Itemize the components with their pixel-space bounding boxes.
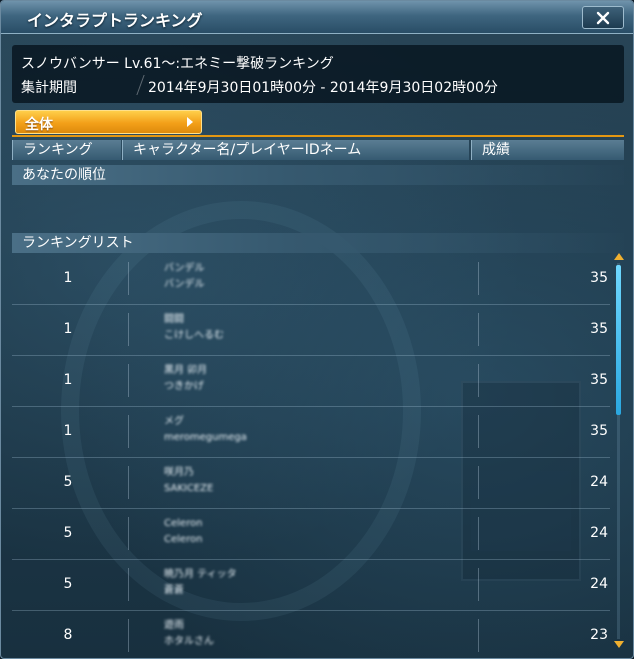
score-value: 23 — [590, 627, 608, 643]
column-divider — [128, 619, 129, 652]
character-name: 暁乃月 ティッタ — [164, 569, 237, 580]
column-divider — [478, 619, 479, 652]
section-ranking-list: ランキングリスト — [12, 233, 624, 253]
period-value: 2014年9月30日01時00分 - 2014年9月30日02時00分 — [148, 80, 498, 96]
close-icon — [596, 11, 610, 24]
ranking-row[interactable]: 1 バンデル バンデル 35 — [12, 254, 610, 305]
close-button[interactable] — [582, 6, 624, 29]
player-id-name: SAKICEZE — [164, 483, 214, 494]
period-label: 集計期間 — [21, 80, 77, 96]
ranking-row[interactable]: 8 遊雨 ホタルさん 23 — [12, 611, 610, 654]
ranking-row[interactable]: 5 暁乃月 ティッタ 蒼蒼 24 — [12, 560, 610, 611]
rank-value: 1 — [63, 270, 73, 286]
character-name: バンデル — [164, 263, 205, 274]
column-divider — [128, 313, 129, 346]
score-value: 35 — [590, 423, 608, 439]
section-my-rank: あなたの順位 — [12, 165, 624, 185]
rank-value: 8 — [63, 627, 73, 643]
player-id-name: meromegumega — [164, 432, 247, 443]
event-info-box: スノウバンサー Lv.61〜:エネミー撃破ランキング 集計期間 2014年9月3… — [12, 45, 624, 103]
ranking-window: インタラプトランキング スノウバンサー Lv.61〜:エネミー撃破ランキング 集… — [0, 0, 634, 659]
player-id-name: こけしへるむ — [164, 330, 224, 341]
player-names: 咲月乃 SAKICEZE — [164, 465, 213, 497]
column-header-name[interactable]: キャラクター名/プレイヤーIDネーム — [122, 140, 469, 160]
score-value: 35 — [590, 270, 608, 286]
column-divider — [128, 415, 129, 448]
score-value: 35 — [590, 372, 608, 388]
scroll-down-arrow-icon[interactable] — [614, 641, 624, 648]
player-id-name: バンデル — [164, 279, 205, 290]
player-names: 遊雨 ホタルさん — [164, 618, 214, 650]
character-name: 黒月 卯月 — [164, 365, 208, 376]
event-name: スノウバンサー Lv.61〜:エネミー撃破ランキング — [21, 56, 334, 72]
rank-value: 1 — [63, 423, 73, 439]
title-bar: インタラプトランキング — [1, 1, 633, 34]
character-name: 闘闘 — [164, 314, 184, 325]
column-divider — [478, 517, 479, 550]
score-value: 24 — [590, 525, 608, 541]
column-divider — [128, 517, 129, 550]
scroll-up-arrow-icon[interactable] — [614, 253, 624, 260]
score-value: 24 — [590, 576, 608, 592]
player-names: 黒月 卯月 つきかげ — [164, 363, 207, 395]
column-divider — [478, 415, 479, 448]
column-header-rank[interactable]: ランキング — [12, 140, 121, 160]
filter-tab-label: 全体 — [25, 117, 53, 133]
column-divider — [128, 568, 129, 601]
player-names: 闘闘 こけしへるむ — [164, 312, 224, 344]
player-names: 暁乃月 ティッタ 蒼蒼 — [164, 567, 237, 599]
rank-value: 1 — [63, 372, 73, 388]
column-divider — [128, 466, 129, 499]
column-header-score[interactable]: 成績 — [471, 140, 624, 160]
score-value: 24 — [590, 474, 608, 490]
ranking-row[interactable]: 5 咲月乃 SAKICEZE 24 — [12, 458, 610, 509]
player-names: Celeron Celeron — [164, 516, 202, 548]
player-id-name: Celeron — [164, 534, 203, 545]
score-value: 35 — [590, 321, 608, 337]
rank-value: 5 — [63, 474, 73, 490]
period-divider — [136, 75, 145, 95]
window-title: インタラプトランキング — [27, 11, 203, 30]
column-divider — [478, 364, 479, 397]
ranking-row[interactable]: 5 Celeron Celeron 24 — [12, 509, 610, 560]
ranking-row[interactable]: 1 メグ meromegumega 35 — [12, 407, 610, 458]
player-id-name: ホタルさん — [164, 636, 214, 647]
column-divider — [478, 466, 479, 499]
character-name: 遊雨 — [164, 620, 184, 631]
player-names: メグ meromegumega — [164, 414, 247, 446]
ranking-row[interactable]: 1 闘闘 こけしへるむ 35 — [12, 305, 610, 356]
tab-underline — [12, 135, 624, 137]
column-divider — [478, 568, 479, 601]
character-name: 咲月乃 — [164, 467, 194, 478]
scrollbar-thumb[interactable] — [616, 265, 621, 415]
character-name: メグ — [164, 416, 184, 427]
column-divider — [478, 262, 479, 295]
filter-tab-all[interactable]: 全体 — [15, 110, 202, 134]
column-divider — [478, 313, 479, 346]
column-divider — [128, 262, 129, 295]
player-id-name: 蒼蒼 — [164, 585, 184, 596]
rank-value: 5 — [63, 576, 73, 592]
chevron-right-icon — [187, 117, 193, 127]
player-names: バンデル バンデル — [164, 261, 205, 293]
player-id-name: つきかげ — [164, 381, 204, 392]
character-name: Celeron — [164, 518, 203, 529]
ranking-list: 1 バンデル バンデル 35 1 闘闘 こけしへるむ 35 1 黒月 卯月 つき… — [12, 254, 610, 654]
rank-value: 5 — [63, 525, 73, 541]
ranking-row[interactable]: 1 黒月 卯月 つきかげ 35 — [12, 356, 610, 407]
rank-value: 1 — [63, 321, 73, 337]
column-divider — [128, 364, 129, 397]
my-rank-area — [12, 185, 624, 231]
